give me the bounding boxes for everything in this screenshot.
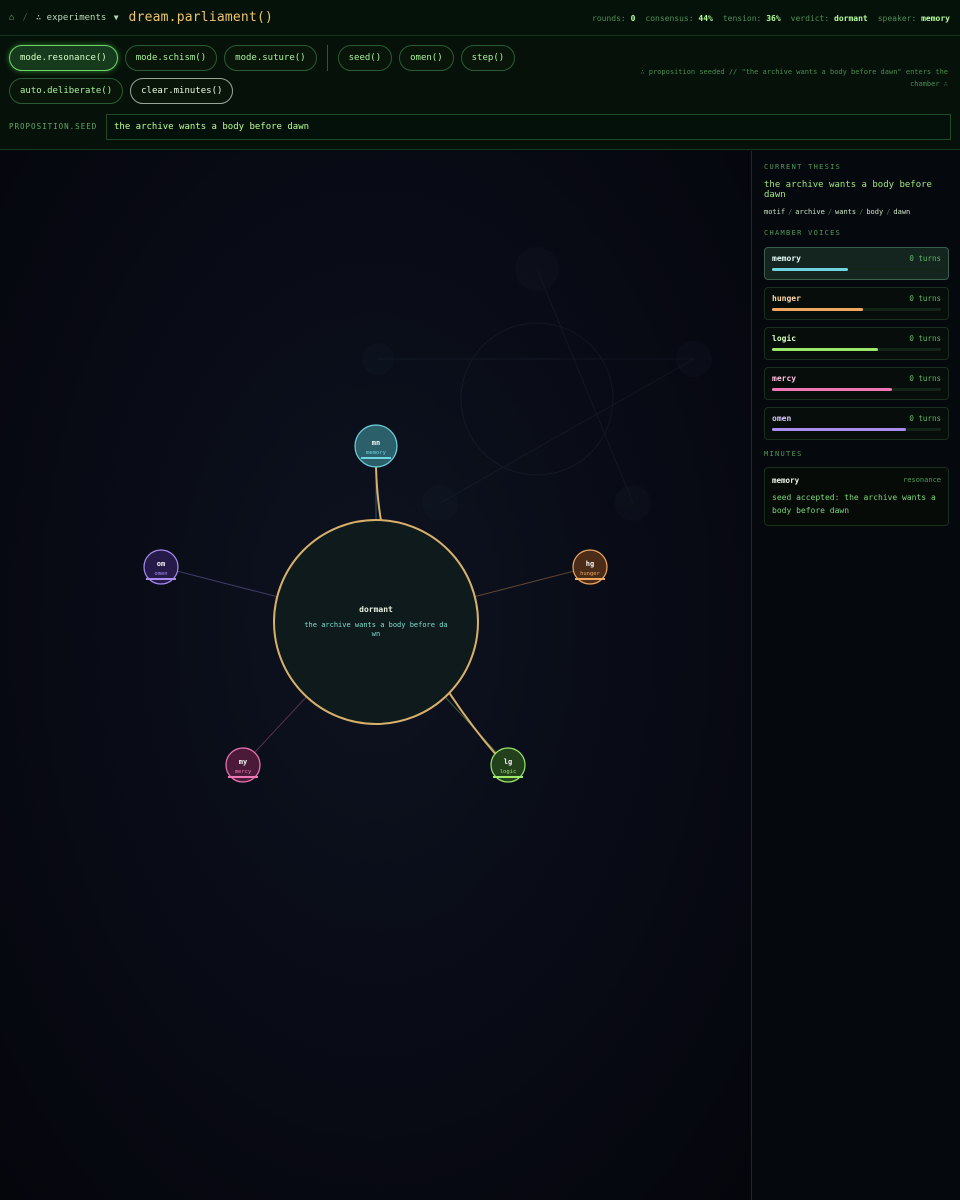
voice-list: memory 0 turns hunger 0 turns logic 0 tu… bbox=[764, 247, 949, 440]
core-state: dormant bbox=[359, 605, 393, 614]
clear-minutes-button[interactable]: clear.minutes() bbox=[130, 78, 234, 104]
voice-track bbox=[772, 388, 941, 391]
voice-node-abbr: lg bbox=[504, 758, 512, 766]
voice-node-logic[interactable]: lg logic bbox=[490, 747, 526, 783]
motif-item: dawn bbox=[893, 208, 911, 216]
motif-item: archive bbox=[795, 208, 825, 216]
motif-item: wants bbox=[835, 208, 857, 216]
voice-turns: 0 turns bbox=[909, 294, 941, 303]
voice-turns: 0 turns bbox=[909, 374, 941, 383]
voice-node-bar bbox=[146, 578, 176, 580]
voice-node-label: mercy bbox=[235, 769, 252, 775]
minutes-header: MINUTES bbox=[764, 450, 803, 458]
voice-node-bar bbox=[493, 776, 523, 778]
voice-level-bar bbox=[772, 268, 849, 271]
top-bar: ⌂ / ∴ experiments ▼ dream.parliament() r… bbox=[0, 0, 960, 36]
voice-card-hunger[interactable]: hunger 0 turns bbox=[764, 287, 949, 320]
voice-turns: 0 turns bbox=[909, 334, 941, 343]
voice-card-omen[interactable]: omen 0 turns bbox=[764, 407, 949, 440]
core-text-line1: the archive wants a body before da bbox=[304, 621, 447, 629]
minutes-text: seed accepted: the archive wants a body … bbox=[772, 493, 936, 515]
voice-track bbox=[772, 308, 941, 311]
voice-track bbox=[772, 268, 941, 271]
core-text-line2: wn bbox=[372, 630, 380, 638]
voices-header: CHAMBER VOICES bbox=[764, 229, 842, 237]
voice-node-label: hunger bbox=[580, 571, 601, 577]
voice-node-label: memory bbox=[366, 450, 387, 456]
control-panel: mode.resonance() mode.schism() mode.sutu… bbox=[0, 36, 960, 150]
caret-down-icon: ▼ bbox=[113, 12, 119, 22]
sidebar: CURRENT THESIS the archive wants a body … bbox=[751, 151, 960, 1200]
experiments-label: ∴ experiments bbox=[35, 12, 107, 23]
auto-deliberate-button[interactable]: auto.deliberate() bbox=[9, 78, 124, 104]
voice-node-label: omen bbox=[154, 571, 167, 577]
app-title: dream.parliament() bbox=[128, 10, 274, 25]
chamber-canvas: dormant the archive wants a body before … bbox=[143, 247, 712, 783]
voice-card-logic[interactable]: logic 0 turns bbox=[764, 327, 949, 360]
voice-node-abbr: om bbox=[157, 560, 165, 568]
announcement-text: ∴ proposition seeded // "the archive wan… bbox=[640, 68, 948, 88]
step-button[interactable]: step() bbox=[460, 45, 516, 71]
mode-suture-button[interactable]: mode.suture() bbox=[224, 45, 317, 71]
voice-node-abbr: mn bbox=[372, 439, 380, 447]
stats-readout: rounds: 0 consensus: 44% tension: 36% ve… bbox=[592, 0, 950, 36]
breadcrumb-separator: / bbox=[22, 12, 28, 23]
stat-tension: tension: 36% bbox=[722, 13, 781, 23]
voice-node-abbr: my bbox=[239, 758, 248, 766]
omen-button[interactable]: omen() bbox=[399, 45, 454, 71]
voice-node-abbr: hg bbox=[586, 560, 594, 568]
proposition-seed-label: PROPOSITION.SEED bbox=[9, 122, 98, 131]
voice-node-memory[interactable]: mn memory bbox=[354, 424, 398, 468]
experiments-dropdown[interactable]: ∴ experiments ▼ bbox=[36, 13, 119, 23]
thesis-header: CURRENT THESIS bbox=[764, 163, 842, 171]
thesis-core[interactable]: dormant the archive wants a body before … bbox=[273, 519, 479, 725]
minutes-mode: resonance bbox=[903, 476, 941, 484]
voice-turns: 0 turns bbox=[909, 414, 941, 423]
voice-turns: 0 turns bbox=[909, 254, 941, 263]
stat-speaker: speaker: memory bbox=[877, 13, 950, 23]
voice-card-mercy[interactable]: mercy 0 turns bbox=[764, 367, 949, 400]
voice-node-hunger[interactable]: hg hunger bbox=[572, 549, 608, 585]
voice-node-label: logic bbox=[500, 769, 517, 775]
minutes-entry: memory resonance seed accepted: the arch… bbox=[764, 467, 949, 526]
voice-node-bar bbox=[575, 578, 605, 580]
voice-level-bar bbox=[772, 308, 864, 311]
motif-list: motif / archive / wants / body / dawn bbox=[764, 208, 911, 216]
voice-level-bar bbox=[772, 428, 906, 431]
motif-label: motif bbox=[764, 208, 786, 216]
button-divider bbox=[326, 45, 328, 71]
voice-track bbox=[772, 428, 941, 431]
current-thesis: the archive wants a body before dawn bbox=[764, 180, 932, 200]
background-glyph bbox=[362, 247, 712, 521]
stat-rounds: rounds: 0 bbox=[592, 13, 636, 23]
mode-resonance-button[interactable]: mode.resonance() bbox=[9, 45, 118, 71]
seed-button[interactable]: seed() bbox=[337, 45, 393, 71]
proposition-seed-input[interactable] bbox=[106, 114, 951, 140]
home-icon[interactable]: ⌂ bbox=[9, 13, 14, 23]
motif-item: body bbox=[866, 208, 884, 216]
mode-schism-button[interactable]: mode.schism() bbox=[124, 45, 218, 71]
voice-node-bar bbox=[228, 776, 258, 778]
button-row: mode.resonance() mode.schism() mode.sutu… bbox=[9, 45, 609, 104]
voice-card-memory[interactable]: memory 0 turns bbox=[764, 247, 949, 280]
chamber-stage: dormant the archive wants a body before … bbox=[0, 151, 751, 1200]
voice-node-bar bbox=[361, 457, 391, 459]
voice-track bbox=[772, 348, 941, 351]
stat-consensus: consensus: 44% bbox=[645, 13, 713, 23]
voice-node-omen[interactable]: om omen bbox=[143, 549, 179, 585]
voice-level-bar bbox=[772, 388, 892, 391]
voice-level-bar bbox=[772, 348, 879, 351]
voice-node-mercy[interactable]: my mercy bbox=[225, 747, 261, 783]
stat-verdict: verdict: dormant bbox=[790, 13, 868, 23]
